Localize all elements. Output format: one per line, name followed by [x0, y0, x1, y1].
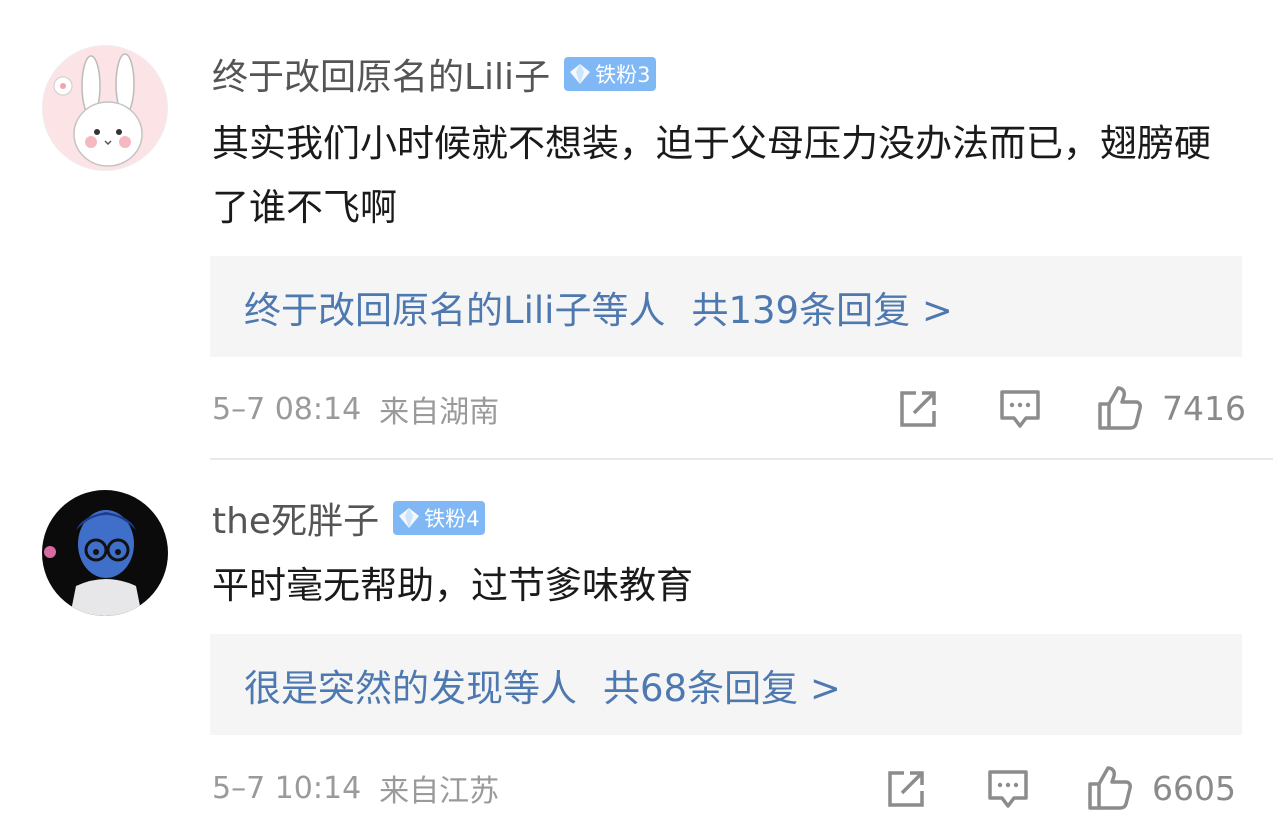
comment-time: 5–7 08:14	[212, 391, 362, 427]
share-button[interactable]	[884, 764, 928, 814]
username-text[interactable]: 终于改回原名的Lili子	[212, 48, 550, 100]
fan-badge[interactable]: 铁粉3	[564, 57, 657, 91]
comment-meta: 5–7 08:14 来自湖南	[212, 385, 499, 433]
thumbs-up-icon	[1088, 766, 1132, 810]
comment-button[interactable]	[986, 764, 1030, 814]
comment-meta: 5–7 10:14 来自江苏	[212, 764, 499, 812]
comment-item: 终于改回原名的Lili子 铁粉3 其实我们小时候就不想装，迫于父母压力没办法而已…	[0, 0, 1273, 460]
comment-text: 平时毫无帮助，过节爹味教育	[212, 564, 693, 607]
sadness-avatar-icon	[44, 510, 142, 616]
replies-summary[interactable]: 很是突然的发现 等人 共68条回复 >	[210, 634, 1242, 735]
comment-item: the死胖子 铁粉4 平时毫无帮助，过节爹味教育 很是突然的发现 等人 共68条…	[0, 460, 1273, 836]
like-count: 7416	[1162, 388, 1246, 428]
fan-badge[interactable]: 铁粉4	[393, 501, 486, 535]
thumbs-up-icon	[1098, 386, 1142, 430]
username[interactable]: the死胖子 铁粉4	[212, 492, 486, 544]
like-count: 6605	[1152, 768, 1236, 808]
comment-time: 5–7 10:14	[212, 770, 362, 806]
diamond-icon	[399, 508, 420, 528]
like-button[interactable]: 6605	[1086, 763, 1236, 813]
badge-label: 铁粉4	[424, 507, 480, 531]
share-button[interactable]	[896, 384, 940, 434]
user-avatar[interactable]	[42, 45, 168, 171]
share-icon	[888, 771, 924, 807]
reply-suffix: 等人	[591, 288, 666, 332]
comment-text: 其实我们小时候就不想装，迫于父母压力没办法而已，翅膀硬了谁不飞啊	[212, 122, 1211, 229]
badge-label: 铁粉3	[595, 63, 651, 87]
reply-count[interactable]: 共139条回复 >	[691, 280, 952, 334]
comment-location: 来自湖南	[379, 395, 500, 430]
username-text[interactable]: the死胖子	[212, 492, 379, 544]
reply-suffix: 等人	[503, 666, 577, 710]
comment-icon	[988, 770, 1028, 808]
share-icon	[900, 391, 936, 427]
reply-names[interactable]: 很是突然的发现	[244, 658, 503, 712]
bunny-avatar-icon	[53, 53, 143, 167]
comment-icon	[1000, 390, 1040, 428]
replies-summary[interactable]: 终于改回原名的Lili子 等人 共139条回复 >	[210, 256, 1242, 357]
like-button[interactable]: 7416	[1096, 383, 1246, 433]
username[interactable]: 终于改回原名的Lili子 铁粉3	[212, 48, 657, 100]
user-avatar[interactable]	[42, 490, 168, 616]
reply-names[interactable]: 终于改回原名的Lili子	[244, 280, 591, 334]
comment-location: 来自江苏	[379, 774, 500, 809]
diamond-icon	[570, 64, 591, 84]
reply-count[interactable]: 共68条回复 >	[603, 658, 841, 712]
comment-button[interactable]	[998, 384, 1042, 434]
